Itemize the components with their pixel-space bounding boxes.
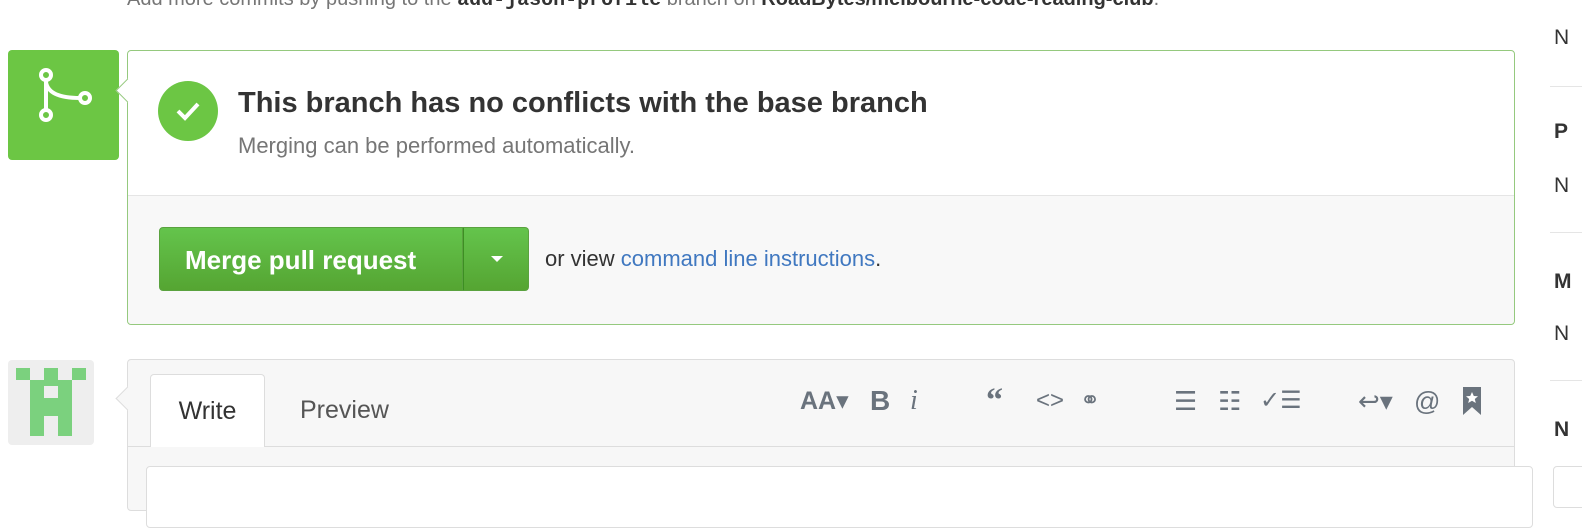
comment-textarea[interactable] xyxy=(146,466,1533,528)
sidebar-item-label: N xyxy=(1554,322,1570,345)
text-size-icon[interactable]: AA▾ xyxy=(800,386,849,416)
sidebar-heading: M xyxy=(1554,270,1572,293)
push-instructions: Add more commits by pushing to the add-j… xyxy=(127,0,1159,12)
merge-status-subtitle: Merging can be performed automatically. xyxy=(238,133,636,158)
ordered-list-icon[interactable]: ☷ xyxy=(1218,386,1241,416)
merge-pull-request-button[interactable]: Merge pull request xyxy=(159,227,463,291)
identicon-avatar xyxy=(16,368,86,436)
check-circle-icon xyxy=(158,81,218,141)
tab-preview[interactable]: Preview xyxy=(300,374,389,447)
right-sidebar-slice: N P N M N N xyxy=(1550,0,1582,494)
reply-icon[interactable]: ↩▾ xyxy=(1358,386,1393,416)
comment-tabs-bar: Write Preview AA▾ B i “ <> ⚭ ☰ ☷ ✓☰ ↩▾ @ xyxy=(128,360,1514,447)
push-prefix: Add more commits by pushing to the xyxy=(127,0,457,10)
bookmark-icon[interactable] xyxy=(1462,386,1482,422)
or-view-period: . xyxy=(875,246,882,271)
link-icon[interactable]: ⚭ xyxy=(1080,386,1100,416)
command-line-instructions-link[interactable]: command line instructions xyxy=(621,246,875,271)
italic-icon[interactable]: i xyxy=(910,386,918,416)
bold-icon[interactable]: B xyxy=(870,386,890,416)
sidebar-item-label: N xyxy=(1554,174,1570,197)
avatar[interactable] xyxy=(8,360,94,445)
sidebar-divider xyxy=(1550,86,1582,87)
sidebar-item-label: N xyxy=(1554,26,1570,49)
quote-icon[interactable]: “ xyxy=(986,384,1003,418)
branch-name: add-jason-profile xyxy=(457,0,662,12)
tab-write[interactable]: Write xyxy=(150,374,265,447)
comment-form: Write Preview AA▾ B i “ <> ⚭ ☰ ☷ ✓☰ ↩▾ @ xyxy=(127,359,1533,528)
merge-status-section: This branch has no conflicts with the ba… xyxy=(128,51,1514,196)
push-suffix: . xyxy=(1154,0,1160,10)
or-view-text: or view command line instructions. xyxy=(545,246,881,272)
unordered-list-icon[interactable]: ☰ xyxy=(1174,386,1197,416)
sidebar-input[interactable] xyxy=(1553,466,1582,508)
task-list-icon[interactable]: ✓☰ xyxy=(1260,386,1302,416)
push-middle: branch on xyxy=(661,0,761,10)
git-merge-icon xyxy=(39,68,92,122)
merge-status-tile xyxy=(8,50,119,160)
repo-name: RoadBytes/melbourne-code-reading-club xyxy=(761,0,1153,10)
mention-icon[interactable]: @ xyxy=(1414,386,1440,416)
merge-button-label: Merge pull request xyxy=(185,245,417,275)
merge-status-title: This branch has no conflicts with the ba… xyxy=(238,87,928,119)
sidebar-divider xyxy=(1550,232,1582,233)
merge-panel: This branch has no conflicts with the ba… xyxy=(127,50,1515,325)
sidebar-divider xyxy=(1550,380,1582,381)
sidebar-heading: P xyxy=(1554,120,1569,143)
code-icon[interactable]: <> xyxy=(1036,386,1064,416)
merge-method-dropdown-button[interactable] xyxy=(463,227,529,291)
sidebar-heading: N xyxy=(1554,418,1570,441)
or-view-label: or view xyxy=(545,246,621,271)
merge-action-section: Merge pull request or view command line … xyxy=(128,196,1514,324)
